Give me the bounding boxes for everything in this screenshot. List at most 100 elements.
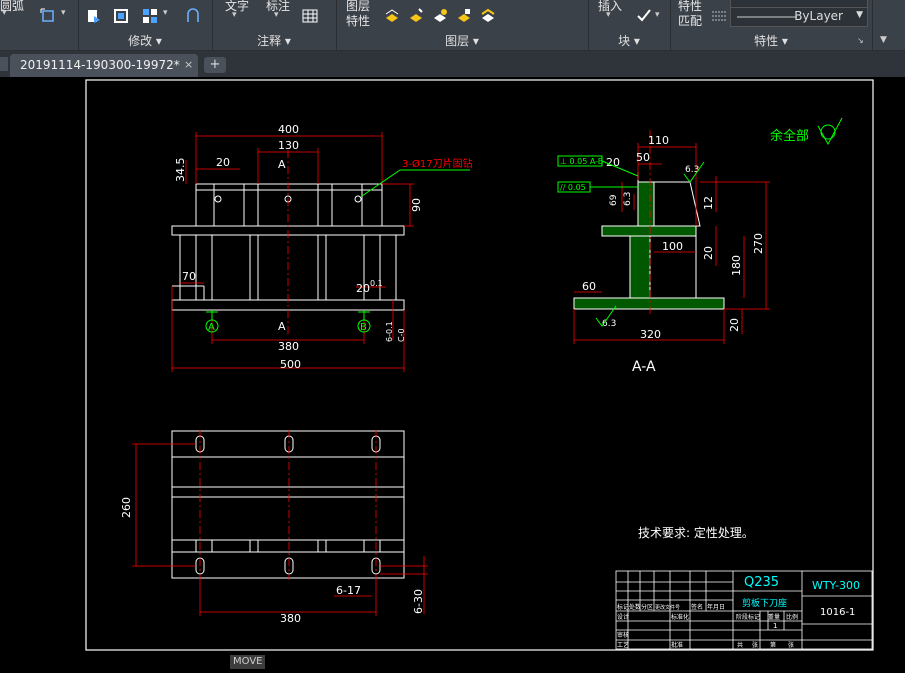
dim-320: 320 xyxy=(640,328,661,341)
layer-match-icon[interactable] xyxy=(408,8,424,24)
title-block-text: Q235 剪板下刀座 WTY-300 1016-1 1 标记 处数 分区 更改文… xyxy=(617,575,860,649)
tb-small-4: 更改文件号 xyxy=(655,604,680,611)
layer-freeze-icon[interactable] xyxy=(480,8,496,24)
offset-icon[interactable] xyxy=(185,8,201,24)
tb-small-7: 设计 xyxy=(617,613,629,621)
panel-launcher-icon[interactable]: ↘ xyxy=(857,36,864,45)
dropdown-arrow-icon[interactable]: ▾ xyxy=(606,10,622,26)
dim-6.3: 6.3 xyxy=(685,165,699,175)
tech-requirements: 技术要求: 定性处理。 xyxy=(638,525,754,540)
front-dimensions xyxy=(171,132,414,372)
section-dim-text: 110 50 20 6.3 69 6.3 12 100 20 180 270 6… xyxy=(582,134,765,341)
table-icon[interactable] xyxy=(302,8,318,24)
panel-annotate[interactable]: 注释 ▾ xyxy=(212,32,336,48)
ribbon: 圆弧 ▾ ▾ ▾ 文字 标注 ▾ ▾ 图层 特性 插入 ▾ ▾ 特性 匹配 By… xyxy=(0,0,905,51)
block-editor-icon[interactable] xyxy=(113,8,129,24)
match-props-label-2[interactable]: 匹配 xyxy=(678,12,702,29)
panel-modify[interactable]: 修改 ▾ xyxy=(78,32,212,48)
dim-12: 12 xyxy=(702,196,715,210)
command-line[interactable]: MOVE xyxy=(230,655,266,669)
stretch-icon[interactable] xyxy=(40,8,56,24)
drawing-svg[interactable]: 400 130 20 34.5 90 70 20 0.1 380 500 6-0… xyxy=(0,77,905,673)
plan-view xyxy=(171,430,405,579)
layer-props-label-2[interactable]: 特性 xyxy=(346,12,370,29)
dim-270: 270 xyxy=(752,233,765,254)
tb-small-6: 年月日 xyxy=(707,603,725,611)
code: 1016-1 xyxy=(820,607,855,618)
tb-small-14: 批准 xyxy=(671,641,683,649)
tb-small-13: 工艺 xyxy=(617,641,629,649)
bylayer-combo[interactable]: ByLayer ▼ xyxy=(730,7,868,27)
datum-b-text: B xyxy=(360,322,367,333)
create-block-icon[interactable] xyxy=(636,8,652,24)
panel-block[interactable]: 块 ▾ xyxy=(588,32,670,48)
tb-small-3: 分区 xyxy=(641,603,653,611)
dropdown-arrow-icon[interactable]: ▾ xyxy=(232,10,248,26)
tb-small-12: 审核 xyxy=(617,631,629,639)
dim-20: 20 xyxy=(216,156,230,169)
line-sample-icon xyxy=(737,16,797,18)
dim-50: 50 xyxy=(636,151,650,164)
layer-set-current-icon[interactable] xyxy=(384,8,400,24)
section-mark-top: A xyxy=(278,158,286,171)
datum-b: B xyxy=(357,310,371,333)
lineweight-icon[interactable] xyxy=(711,8,727,24)
close-icon[interactable]: × xyxy=(184,58,193,71)
dim-6-30: 6-30 xyxy=(412,589,425,614)
new-tab-button[interactable]: + xyxy=(204,57,226,73)
drawing-canvas[interactable]: 400 130 20 34.5 90 70 20 0.1 380 500 6-0… xyxy=(0,77,905,673)
roughness-check-icon xyxy=(817,117,843,146)
dropdown-arrow-icon[interactable]: ▾ xyxy=(2,8,18,24)
dim-70: 70 xyxy=(182,270,196,283)
dim-380: 380 xyxy=(278,340,299,353)
dropdown-arrow-icon[interactable]: ▾ xyxy=(655,10,671,26)
dim-380: 380 xyxy=(280,612,301,625)
layer-lock-icon[interactable] xyxy=(456,8,472,24)
dim-500: 500 xyxy=(280,358,301,371)
dim-400: 400 xyxy=(278,123,299,136)
tb-small-8: 标准化 xyxy=(671,613,689,621)
tab-title: 20191114-190300-19972* xyxy=(20,58,180,72)
dropdown-arrow-icon[interactable]: ▾ xyxy=(274,10,290,26)
section-view xyxy=(573,172,725,310)
material: Q235 xyxy=(744,575,779,590)
panel-layers[interactable]: 图层 ▾ xyxy=(336,32,588,48)
tb-small-9: 阶段标记 xyxy=(736,613,760,621)
dropdown-arrow-icon[interactable]: ▾ xyxy=(163,8,179,24)
tab-drawing[interactable]: 20191114-190300-19972* × xyxy=(10,54,198,77)
layer-isolate-icon[interactable] xyxy=(432,8,448,24)
roughness-circle-icon xyxy=(820,124,836,140)
panel-properties[interactable]: 特性 ▾ xyxy=(670,32,872,48)
tb-small-17: 第 xyxy=(770,641,776,649)
copy-icon[interactable] xyxy=(86,8,102,24)
dim-6.3b: 6.3 xyxy=(623,192,633,206)
tb-small-16: 张 xyxy=(752,641,758,649)
array-icon[interactable] xyxy=(142,8,158,24)
dim-20b: 20 xyxy=(356,282,370,295)
plan-dimensions xyxy=(132,430,428,616)
tb-small-5: 签名 xyxy=(691,603,703,611)
bylayer-text: ByLayer xyxy=(794,9,843,23)
datum-a-text: A xyxy=(208,322,215,333)
dim-34.5: 34.5 xyxy=(174,158,187,183)
tb-small-1: 标记 xyxy=(617,603,629,611)
ribbon-collapse-icon[interactable]: ▼ xyxy=(880,35,887,45)
tb-small-15: 共 xyxy=(737,641,743,649)
dropdown-arrow-icon[interactable]: ▾ xyxy=(61,8,77,24)
dim-0.1: 0.1 xyxy=(370,279,383,288)
datum-a: A xyxy=(205,310,219,333)
dim-60: 60 xyxy=(582,280,596,293)
file-tab-bar: 20191114-190300-19972* × + xyxy=(0,51,905,77)
section-mark-bottom: A xyxy=(278,320,286,333)
dim-90: 90 xyxy=(410,198,423,212)
section-label: A-A xyxy=(632,359,656,375)
dim-130: 130 xyxy=(278,139,299,152)
part-name: 剪板下刀座 xyxy=(742,597,787,609)
tb-small-11: 比例 xyxy=(786,613,798,621)
dim-6.3c: 6.3 xyxy=(602,319,616,329)
tab-overflow-icon[interactable] xyxy=(0,57,8,71)
roughness-rest: 余全部 xyxy=(770,117,843,146)
dim-180: 180 xyxy=(730,255,743,276)
tb-small-18: 张 xyxy=(788,641,794,649)
dim-100: 100 xyxy=(662,240,683,253)
